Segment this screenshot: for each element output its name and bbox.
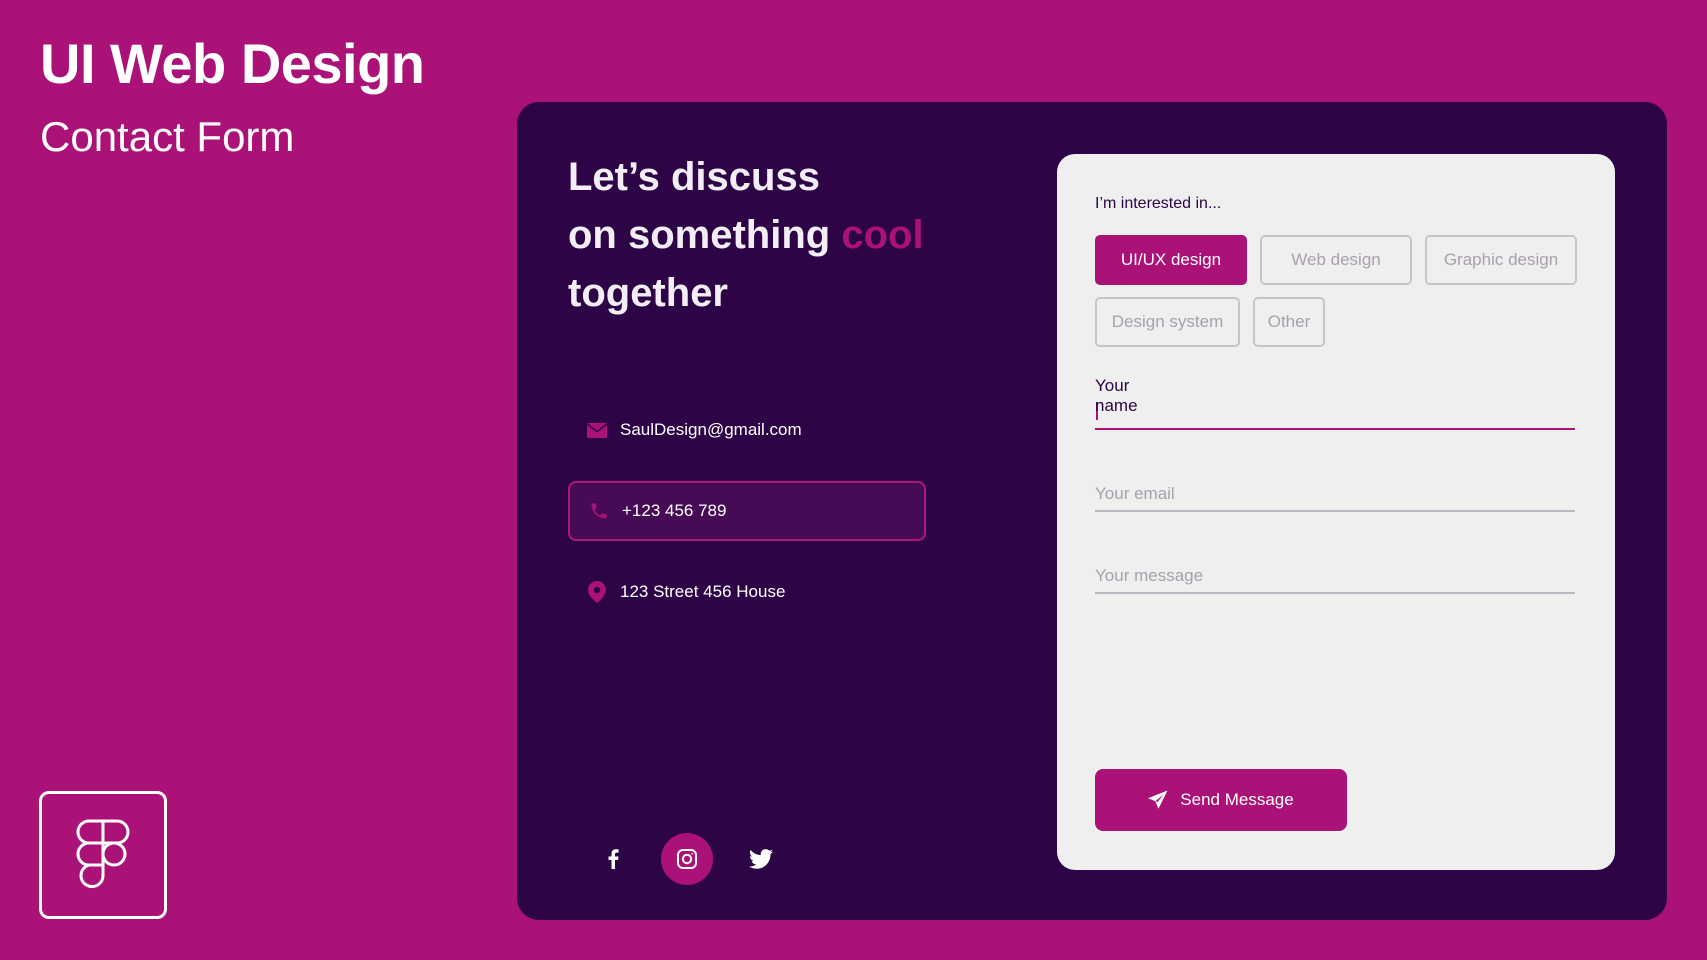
figma-logo-icon xyxy=(39,791,167,919)
chip-design-system[interactable]: Design system xyxy=(1095,297,1240,347)
send-message-button[interactable]: Send Message xyxy=(1095,769,1347,831)
send-icon xyxy=(1148,790,1168,810)
headline-accent: cool xyxy=(841,213,924,257)
page-title: UI Web Design xyxy=(40,32,425,95)
chip-web-design[interactable]: Web design xyxy=(1260,235,1412,285)
message-field-placeholder: Your message xyxy=(1095,566,1204,585)
contact-form: I’m interested in... UI/UX design Web de… xyxy=(1057,154,1615,870)
social-links xyxy=(587,833,809,885)
contact-phone-text: +123 456 789 xyxy=(622,501,727,520)
name-field[interactable]: Your name xyxy=(1095,376,1575,430)
contact-address[interactable]: 123 Street 456 House xyxy=(568,562,926,622)
interest-label: I’m interested in... xyxy=(1095,195,1222,212)
contact-card: Let’s discuss on something cool together… xyxy=(517,102,1667,920)
email-field[interactable]: Your email xyxy=(1095,468,1575,512)
chip-graphic-design[interactable]: Graphic design xyxy=(1425,235,1577,285)
page-subtitle: Contact Form xyxy=(40,113,295,160)
phone-icon xyxy=(588,500,610,522)
name-field-label: Your name xyxy=(1095,376,1138,415)
contact-email[interactable]: SaulDesign@gmail.com xyxy=(568,400,926,460)
headline-line-3: together xyxy=(568,271,728,315)
email-field-placeholder: Your email xyxy=(1095,484,1175,503)
twitter-icon[interactable] xyxy=(735,833,787,885)
contact-address-text: 123 Street 456 House xyxy=(620,582,786,601)
chip-other[interactable]: Other xyxy=(1253,297,1325,347)
instagram-icon[interactable] xyxy=(661,833,713,885)
contact-email-text: SaulDesign@gmail.com xyxy=(620,420,802,439)
chip-ui-ux-design[interactable]: UI/UX design xyxy=(1095,235,1247,285)
headline: Let’s discuss on something cool together xyxy=(568,148,924,322)
headline-line-1: Let’s discuss xyxy=(568,155,820,199)
headline-line-2: on something xyxy=(568,213,842,257)
location-pin-icon xyxy=(586,581,608,603)
facebook-icon[interactable] xyxy=(587,833,639,885)
send-message-label: Send Message xyxy=(1180,790,1294,809)
contact-phone[interactable]: +123 456 789 xyxy=(568,481,926,541)
message-field[interactable]: Your message xyxy=(1095,550,1575,594)
mail-icon xyxy=(586,419,608,441)
